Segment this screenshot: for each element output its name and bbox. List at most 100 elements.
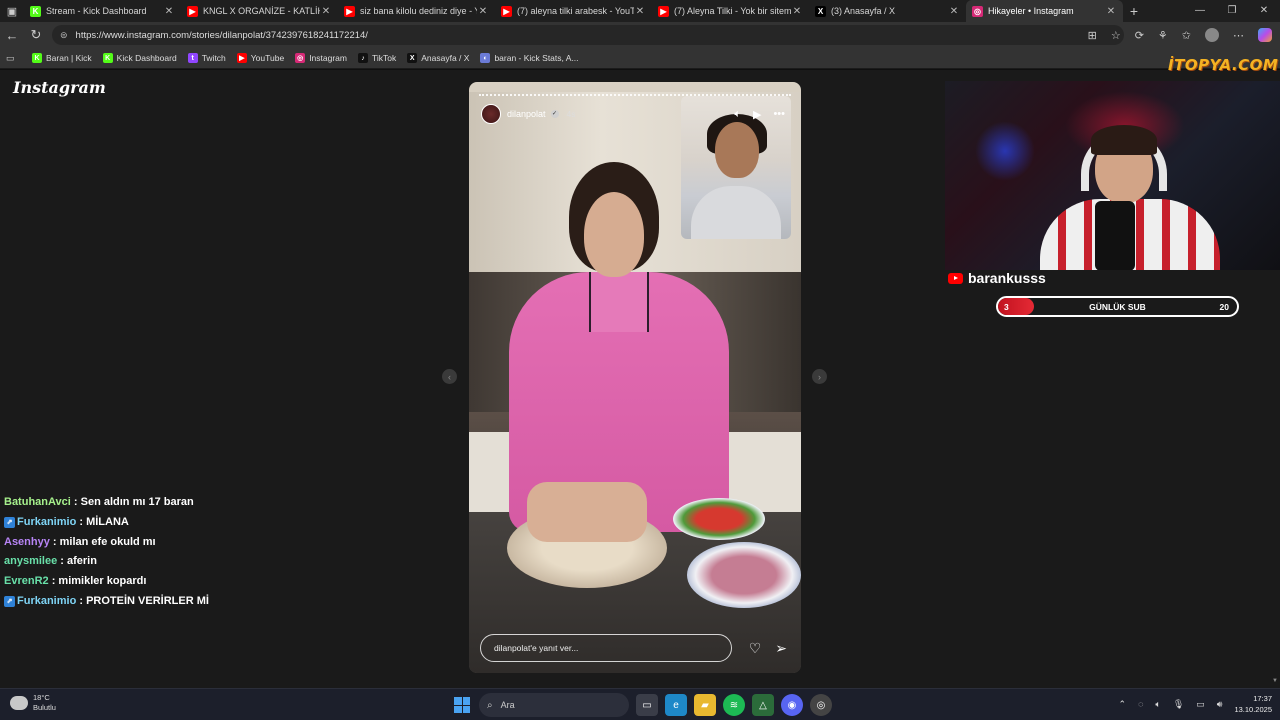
obs-like-app-icon[interactable]: △	[752, 694, 774, 716]
story-author-avatar[interactable]	[481, 104, 501, 124]
tab-close-icon[interactable]: ✕	[948, 6, 960, 17]
chat-message: EvrenR2 : mimikler kopardı	[4, 572, 424, 592]
browser-tab[interactable]: ▶ siz bana kilolu dediniz diye - You ✕	[338, 0, 495, 22]
bookmark-item[interactable]: K Kick Dashboard	[102, 53, 177, 63]
reply-placeholder: dilanpolat'e yanıt ver...	[494, 643, 579, 653]
bookmark-item[interactable]: X Anasayfa / X	[407, 53, 469, 63]
volume-icon[interactable]: 🔊︎	[1217, 699, 1223, 710]
streamer-name: barankusss	[968, 270, 1046, 286]
browser-tab[interactable]: ▶ (7) aleyna tilki arabesk - YouTube✕	[495, 0, 652, 22]
edge-browser-icon[interactable]: e	[665, 694, 687, 716]
chat-text: Sen aldın mı 17 baran	[80, 496, 194, 508]
search-icon: ⌕	[487, 699, 493, 711]
chat-message: ⇗ Furkanimio : MİLANA	[4, 513, 424, 533]
story-controls: 🔈︎ ▶ •••	[734, 108, 785, 121]
story-viewer[interactable]: dilanpolat ✓ 4s 🔈︎ ▶ ••• dilanpolat'e ya…	[469, 82, 801, 673]
inset-person-face	[715, 122, 759, 178]
story-reply-actions: ♡ ➢	[749, 640, 787, 657]
discord-icon[interactable]: ◉	[781, 694, 803, 716]
browser-tab[interactable]: ◎ Hikayeler • Instagram ✕	[966, 0, 1123, 22]
story-options-icon[interactable]: •••	[773, 108, 785, 121]
chat-text: aferin	[66, 555, 97, 568]
bookmarks-menu-icon[interactable]: ▭	[6, 53, 18, 64]
tab-close-icon[interactable]: ✕	[1105, 6, 1117, 17]
chat-text: milan efe okuld mı	[59, 535, 156, 548]
extensions-icon[interactable]: ⟳	[1135, 29, 1144, 42]
new-tab-button[interactable]: +	[1123, 3, 1145, 19]
story-username[interactable]: dilanpolat	[507, 109, 546, 119]
story-progress-bar	[479, 94, 791, 96]
previous-story-icon[interactable]: ‹	[442, 369, 457, 384]
tab-close-icon[interactable]: ✕	[320, 6, 332, 17]
copilot-icon[interactable]	[1258, 28, 1272, 42]
like-heart-icon[interactable]: ♡	[749, 640, 762, 657]
bookmark-label: TikTok	[371, 53, 397, 63]
bookmark-item[interactable]: ◐ baran - Kick Stats, A...	[480, 53, 579, 63]
collections-icon[interactable]: ⚘	[1158, 29, 1168, 42]
browser-tab[interactable]: ▶ (7) Aleyna Tilki - Yok bir sitemim ✕	[652, 0, 809, 22]
refresh-icon[interactable]: ↻	[24, 27, 48, 43]
youtube-icon: ▶	[658, 5, 669, 17]
speaker-icon[interactable]: 🔈︎	[1155, 699, 1160, 710]
microphone-icon	[1095, 201, 1135, 270]
minimize-icon[interactable]: —	[1184, 0, 1216, 22]
windows-start-icon[interactable]	[452, 695, 472, 715]
stream-chat-overlay: BatuhanAvci : Sen aldın mı 17 baran ⇗ Furk…	[4, 493, 424, 612]
tab-label: siz bana kilolu dediniz diye - You	[360, 6, 477, 16]
site-info-icon[interactable]: ⊜	[60, 30, 68, 41]
display-icon[interactable]: ▭	[1196, 699, 1205, 710]
chat-text: PROTEİN VERİRLER Mİ	[86, 594, 209, 607]
play-icon[interactable]: ▶	[753, 108, 761, 121]
browser-tab[interactable]: ▶ KNGL X ORGANİZE - KATLİHAV 4✕	[181, 0, 338, 22]
favorite-star-icon[interactable]: ☆	[1111, 29, 1121, 42]
browser-tab[interactable]: X (3) Anasayfa / X ✕	[809, 0, 966, 22]
bookmark-item[interactable]: t Twitch	[187, 53, 226, 63]
bookmark-item[interactable]: ♪ TikTok	[357, 53, 397, 63]
weather-temp: 18°C	[33, 693, 50, 702]
share-send-icon[interactable]: ➢	[775, 640, 787, 657]
tab-close-icon[interactable]: ✕	[163, 6, 175, 17]
file-explorer-icon[interactable]: ▰	[694, 694, 716, 716]
url-input[interactable]: ⊜ https://www.instagram.com/stories/dila…	[52, 25, 1124, 45]
bookmark-item[interactable]: ▶ YouTube	[236, 53, 284, 63]
instagram-logo[interactable]: Instagram	[13, 78, 106, 97]
taskbar-search[interactable]: ⌕ Ara	[479, 693, 629, 717]
close-window-icon[interactable]: ✕	[1248, 0, 1280, 22]
tab-actions-menu-icon[interactable]: ▣	[0, 0, 24, 22]
restore-icon[interactable]: ❐	[1216, 0, 1248, 22]
tab-close-icon[interactable]: ✕	[791, 6, 803, 17]
tab-label: (7) aleyna tilki arabesk - YouTube	[517, 6, 634, 16]
chat-separator: :	[48, 575, 59, 588]
bookmark-label: Twitch	[201, 53, 226, 63]
back-icon[interactable]: ←	[0, 28, 24, 43]
tab-close-icon[interactable]: ✕	[634, 6, 646, 17]
tray-overflow-icon[interactable]: ⌃	[1119, 699, 1127, 710]
bookmark-label: Anasayfa / X	[421, 53, 470, 63]
bookmark-item[interactable]: K Baran | Kick	[32, 53, 92, 63]
story-reply-input[interactable]: dilanpolat'e yanıt ver...	[480, 634, 732, 662]
microphone-tray-icon[interactable]: 🎙︎	[1173, 699, 1184, 710]
next-story-icon[interactable]: ›	[812, 369, 827, 384]
tab-label: (3) Anasayfa / X	[831, 6, 896, 16]
taskbar-clock[interactable]: 17:37 13.10.2025	[1234, 693, 1272, 715]
bookmark-item[interactable]: ◎ Instagram	[295, 53, 347, 63]
weather-widget[interactable]: 18°C Bulutlu	[10, 693, 56, 713]
story-person-face	[584, 192, 644, 277]
inset-person-body	[691, 186, 781, 239]
browser-tab[interactable]: K Stream - Kick Dashboard ✕	[24, 0, 181, 22]
network-icon[interactable]: ◌	[1138, 699, 1143, 709]
split-screen-icon[interactable]: ⊞	[1088, 29, 1097, 42]
subscriber-badge-icon: ⇗	[4, 596, 15, 608]
mute-icon[interactable]: 🔈︎	[734, 108, 741, 121]
favorites-icon[interactable]: ✩	[1182, 29, 1191, 42]
story-header: dilanpolat ✓ 4s	[481, 104, 576, 124]
profile-avatar[interactable]	[1205, 28, 1219, 42]
windows-taskbar: 18°C Bulutlu ⌕ Ara ▭ e ▰ ≋ △ ◉ ◎ ⌃ ◌ 🔈︎ …	[0, 688, 1280, 720]
task-view-icon[interactable]: ▭	[636, 694, 658, 716]
spotify-icon[interactable]: ≋	[723, 694, 745, 716]
scroll-down-icon[interactable]: ▼	[1272, 678, 1278, 684]
window-controls: — ❐ ✕	[1184, 0, 1280, 22]
tab-close-icon[interactable]: ✕	[477, 6, 489, 17]
more-menu-icon[interactable]: ⋯	[1233, 29, 1244, 42]
chrome-like-app-icon[interactable]: ◎	[810, 694, 832, 716]
